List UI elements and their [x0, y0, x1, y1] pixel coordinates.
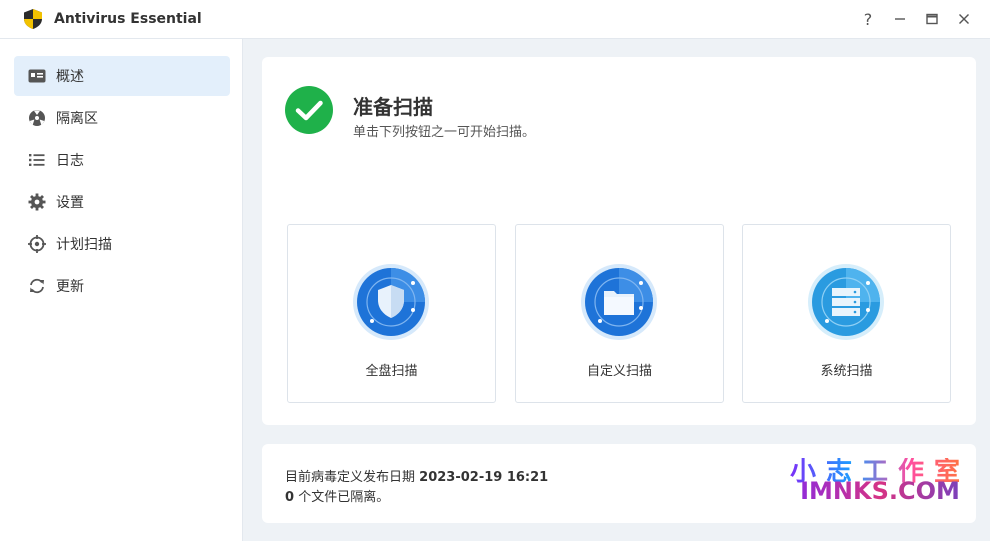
- minimize-icon: [895, 18, 905, 20]
- quarantine-line: 0 个文件已隔离。: [285, 486, 389, 505]
- help-button[interactable]: ?: [852, 0, 884, 38]
- maximize-icon: [926, 13, 938, 25]
- system-scan-label: 系统扫描: [820, 364, 873, 379]
- title-bar: Antivirus Essential ?: [0, 0, 990, 39]
- scan-card: 准备扫描 单击下列按钮之一可开始扫描。 全盘扫描 自定义扫描 系统扫描: [262, 57, 976, 425]
- sidebar-item-quarantine[interactable]: 隔离区: [14, 98, 230, 138]
- sidebar-item-settings[interactable]: 设置: [14, 182, 230, 222]
- quarantine-count: 0: [285, 490, 295, 505]
- sidebar-item-label: 隔离区: [56, 111, 98, 127]
- sidebar-item-logs[interactable]: 日志: [14, 140, 230, 180]
- sidebar-item-label: 更新: [56, 279, 84, 295]
- shield-icon: [353, 264, 429, 340]
- sidebar: 概述 隔离区 日志 设置 计划扫描 更新: [0, 39, 243, 541]
- minimize-button[interactable]: [884, 0, 916, 38]
- watermark: 小志工作室 IMNKS.COM: [790, 458, 970, 504]
- status-title: 准备扫描: [353, 95, 433, 119]
- definition-date-value: 2023-02-19 16:21: [419, 470, 549, 485]
- sidebar-item-overview[interactable]: 概述: [14, 56, 230, 96]
- quarantine-text: 个文件已隔离。: [298, 490, 390, 505]
- app-window: Antivirus Essential ? 概述 隔离区 日志 设置 计划扫描 …: [0, 0, 990, 541]
- status-subtitle: 单击下列按钮之一可开始扫描。: [353, 125, 536, 140]
- sidebar-item-update[interactable]: 更新: [14, 266, 230, 306]
- definition-date-label: 目前病毒定义发布日期: [285, 470, 416, 485]
- refresh-icon: [28, 277, 46, 295]
- definition-date-line: 目前病毒定义发布日期 2023-02-19 16:21: [285, 466, 548, 485]
- folder-icon: [581, 264, 657, 340]
- full-scan-label: 全盘扫描: [365, 364, 418, 379]
- quarantine-icon: [28, 109, 46, 127]
- app-logo-icon: [24, 9, 42, 29]
- system-scan-button[interactable]: 系统扫描: [742, 224, 951, 403]
- custom-scan-label: 自定义扫描: [586, 364, 652, 379]
- close-button[interactable]: [948, 0, 980, 38]
- sidebar-item-label: 日志: [56, 153, 84, 169]
- sidebar-item-scheduled-scan[interactable]: 计划扫描: [14, 224, 230, 264]
- sidebar-item-label: 概述: [56, 69, 84, 85]
- gear-icon: [28, 193, 46, 211]
- sidebar-item-label: 设置: [56, 195, 84, 211]
- window-controls: ?: [852, 0, 980, 38]
- app-title: Antivirus Essential: [54, 11, 202, 27]
- maximize-button[interactable]: [916, 0, 948, 38]
- overview-icon: [28, 67, 46, 85]
- close-icon: [959, 14, 969, 24]
- schedule-target-icon: [28, 235, 46, 253]
- full-scan-button[interactable]: 全盘扫描: [287, 224, 496, 403]
- list-icon: [28, 151, 46, 169]
- check-circle-icon: [285, 86, 333, 134]
- custom-scan-button[interactable]: 自定义扫描: [515, 224, 724, 403]
- watermark-en: IMNKS.COM: [790, 478, 970, 504]
- sidebar-item-label: 计划扫描: [56, 237, 112, 253]
- server-icon: [808, 264, 884, 340]
